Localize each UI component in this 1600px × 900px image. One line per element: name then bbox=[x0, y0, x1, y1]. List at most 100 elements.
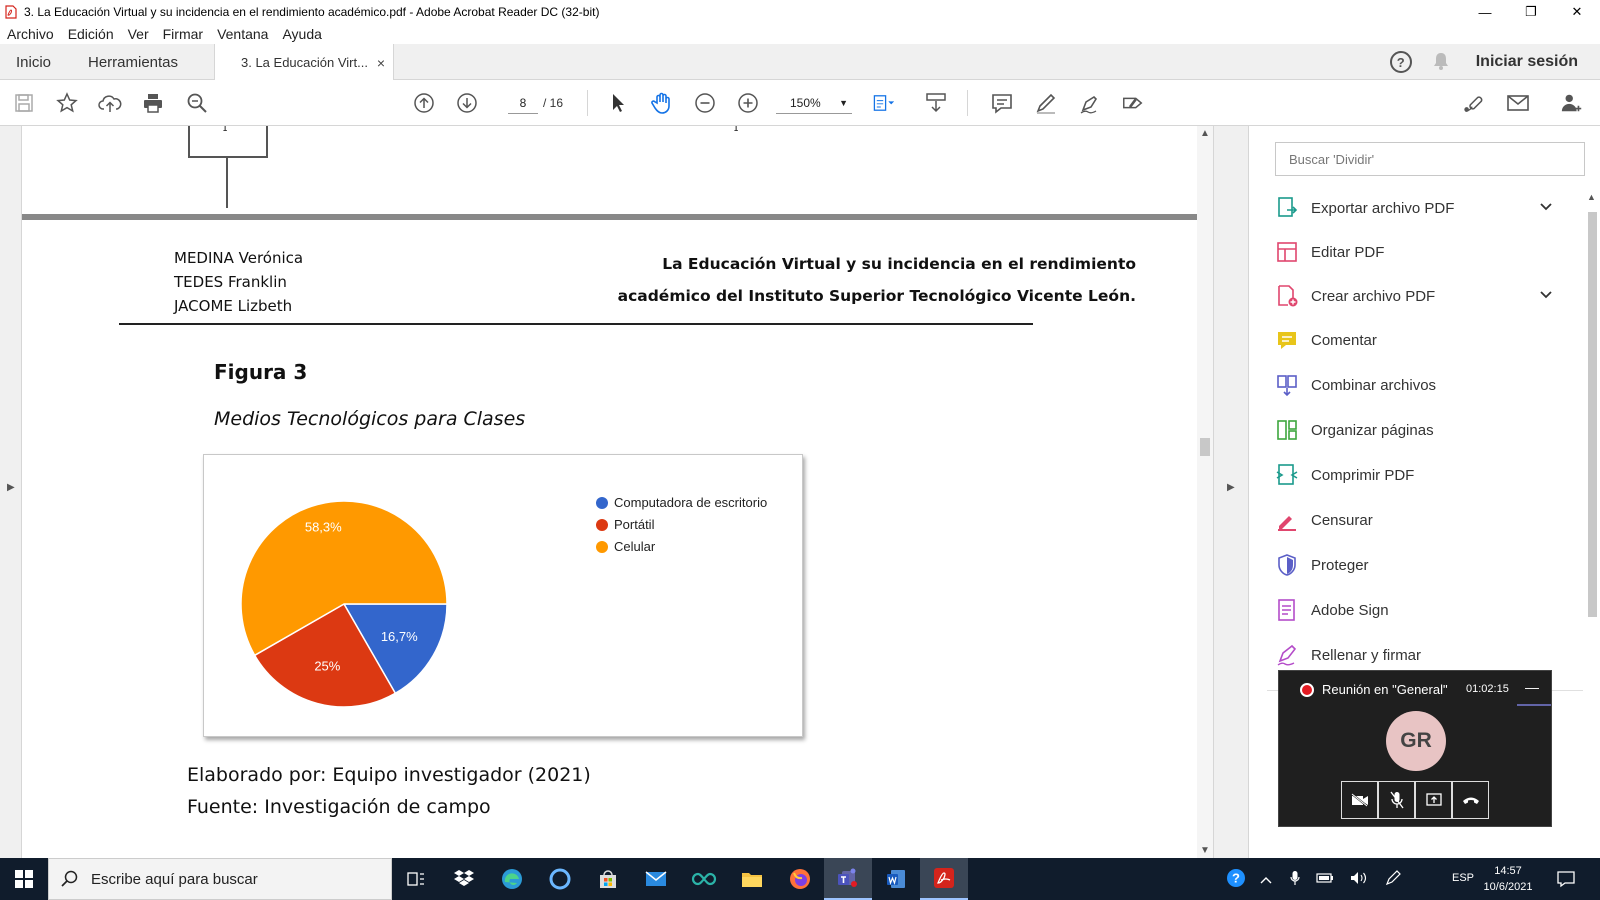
edge-browser-icon[interactable] bbox=[488, 858, 536, 900]
document-view[interactable]: ɪ ɪ ʹ ʹ MEDINA Verónica TEDES Franklin J… bbox=[22, 126, 1219, 858]
notifications-icon[interactable] bbox=[1556, 869, 1576, 892]
volume-icon[interactable] bbox=[1350, 871, 1368, 888]
menu-edicion[interactable]: Edición bbox=[68, 26, 114, 42]
main-toolbar: 8 / 16 150% ▼ bbox=[0, 80, 1600, 126]
page-up-icon[interactable] bbox=[412, 91, 436, 115]
help-icon[interactable]: ? bbox=[1389, 51, 1412, 73]
pen-workspace-icon[interactable] bbox=[1384, 869, 1402, 889]
tool-edit-pdf[interactable]: Editar PDF bbox=[1275, 237, 1555, 267]
firefox-icon[interactable] bbox=[776, 858, 824, 900]
tool-create-pdf[interactable]: Crear archivo PDF bbox=[1275, 281, 1555, 311]
tool-protect[interactable]: Proteger bbox=[1275, 550, 1555, 580]
mail-app-icon[interactable] bbox=[632, 858, 680, 900]
tab-close-icon[interactable]: × bbox=[377, 55, 385, 71]
task-view-icon[interactable] bbox=[392, 858, 440, 900]
scrollbar-thumb[interactable] bbox=[1200, 438, 1210, 456]
store-icon[interactable] bbox=[584, 858, 632, 900]
microphone-icon[interactable] bbox=[1290, 870, 1300, 889]
add-user-icon[interactable] bbox=[1560, 91, 1584, 115]
chevron-up-icon[interactable] bbox=[1260, 871, 1272, 887]
tool-organize[interactable]: Organizar páginas bbox=[1275, 415, 1555, 445]
close-button[interactable]: ✕ bbox=[1554, 0, 1600, 24]
scroll-up-icon[interactable]: ▲ bbox=[1200, 128, 1210, 139]
tab-tools[interactable]: Herramientas bbox=[88, 44, 178, 80]
pie-chart-figure: 16,7% 25% 58,3% Computadora de escritorio Po… bbox=[203, 454, 803, 737]
menu-archivo[interactable]: Archivo bbox=[7, 26, 54, 42]
sign-pen-icon[interactable] bbox=[1078, 91, 1102, 115]
mail-icon[interactable] bbox=[1506, 91, 1530, 115]
chevron-down-icon[interactable] bbox=[1539, 287, 1553, 303]
zoom-out-icon[interactable] bbox=[693, 91, 717, 115]
arduino-icon[interactable] bbox=[680, 858, 728, 900]
fit-page-icon[interactable] bbox=[872, 91, 896, 115]
select-cursor-icon[interactable] bbox=[606, 91, 630, 115]
zoom-search-icon[interactable] bbox=[185, 91, 209, 115]
tool-label: Editar PDF bbox=[1311, 243, 1385, 261]
bell-icon[interactable] bbox=[1432, 51, 1450, 74]
teams-meeting-popup[interactable]: Reunión en "General" 01:02:15 — GR bbox=[1278, 670, 1552, 827]
tool-compress[interactable]: Comprimir PDF bbox=[1275, 460, 1555, 490]
page-number-input[interactable]: 8 bbox=[508, 92, 538, 114]
edit-pdf-icon bbox=[1275, 240, 1299, 264]
tool-combine[interactable]: Combinar archivos bbox=[1275, 370, 1555, 400]
meeting-minimize-button[interactable]: — bbox=[1525, 679, 1539, 695]
page-down-icon[interactable] bbox=[455, 91, 479, 115]
organize-icon bbox=[1275, 418, 1299, 442]
menu-ventana[interactable]: Ventana bbox=[217, 26, 268, 42]
word-icon[interactable] bbox=[872, 858, 920, 900]
file-explorer-icon[interactable] bbox=[728, 858, 776, 900]
tab-home[interactable]: Inicio bbox=[16, 44, 51, 80]
edit-share-icon[interactable] bbox=[1121, 91, 1145, 115]
language-indicator[interactable]: ESP bbox=[1452, 872, 1474, 884]
dropbox-icon[interactable] bbox=[440, 858, 488, 900]
author-name: JACOME Lizbeth bbox=[174, 297, 293, 315]
hang-up-icon bbox=[1462, 797, 1479, 804]
left-panel-toggle[interactable]: ▶ bbox=[0, 126, 22, 858]
signin-button[interactable]: Iniciar sesión bbox=[1476, 53, 1578, 71]
scrollbar-thumb[interactable] bbox=[1588, 212, 1597, 617]
pie-slice-label: 16,7% bbox=[381, 629, 418, 644]
upload-cloud-icon[interactable] bbox=[98, 91, 122, 115]
tool-sign[interactable]: Adobe Sign bbox=[1275, 595, 1555, 625]
help-tray-icon[interactable]: ? bbox=[1226, 868, 1246, 891]
tool-comment[interactable]: Comentar bbox=[1275, 325, 1555, 355]
teams-icon[interactable] bbox=[824, 858, 872, 900]
battery-icon[interactable] bbox=[1316, 871, 1334, 887]
scroll-mode-icon[interactable] bbox=[924, 91, 948, 115]
zoom-in-icon[interactable] bbox=[736, 91, 760, 115]
tool-fill-sign[interactable]: Rellenar y firmar bbox=[1275, 640, 1555, 670]
share-screen-button[interactable] bbox=[1415, 781, 1452, 819]
tools-panel-toggle[interactable]: ▶ bbox=[1213, 126, 1249, 858]
page-separator bbox=[22, 214, 1219, 220]
tool-export-pdf[interactable]: Exportar archivo PDF bbox=[1275, 193, 1555, 223]
minimize-button[interactable]: — bbox=[1462, 0, 1508, 24]
comment-tool-icon[interactable] bbox=[990, 91, 1014, 115]
save-icon[interactable] bbox=[12, 91, 36, 115]
document-scrollbar[interactable]: ▲ ▼ bbox=[1197, 126, 1213, 858]
system-clock[interactable]: 14:57 10/6/2021 bbox=[1480, 863, 1536, 895]
zoom-select[interactable]: 150% ▼ bbox=[776, 92, 852, 114]
mute-button[interactable] bbox=[1378, 781, 1415, 819]
print-icon[interactable] bbox=[141, 91, 165, 115]
camera-off-button[interactable] bbox=[1341, 781, 1378, 819]
tool-redact[interactable]: Censurar bbox=[1275, 505, 1555, 535]
scroll-up-icon[interactable]: ▲ bbox=[1587, 192, 1596, 202]
menu-firmar[interactable]: Firmar bbox=[163, 26, 203, 42]
acrobat-taskbar-icon[interactable] bbox=[920, 858, 968, 900]
maximize-button[interactable]: ❐ bbox=[1508, 0, 1554, 24]
cortana-icon[interactable] bbox=[536, 858, 584, 900]
tools-search-input[interactable]: Buscar 'Dividir' bbox=[1275, 142, 1585, 176]
taskbar-search-box[interactable]: Escribe aquí para buscar bbox=[48, 858, 392, 900]
tools-scrollbar[interactable]: ▲ bbox=[1585, 192, 1599, 692]
link-share-icon[interactable] bbox=[1462, 91, 1486, 115]
hand-tool-icon[interactable] bbox=[650, 91, 674, 115]
hang-up-button[interactable] bbox=[1452, 781, 1489, 819]
star-icon[interactable] bbox=[55, 91, 79, 115]
start-button[interactable] bbox=[0, 858, 48, 900]
scroll-down-icon[interactable]: ▼ bbox=[1200, 845, 1210, 856]
menu-ver[interactable]: Ver bbox=[128, 26, 149, 42]
menu-ayuda[interactable]: Ayuda bbox=[282, 26, 321, 42]
highlight-pen-icon[interactable] bbox=[1034, 91, 1058, 115]
chevron-down-icon[interactable] bbox=[1539, 199, 1553, 215]
tab-document[interactable]: 3. La Educación Virt... × bbox=[214, 44, 394, 81]
